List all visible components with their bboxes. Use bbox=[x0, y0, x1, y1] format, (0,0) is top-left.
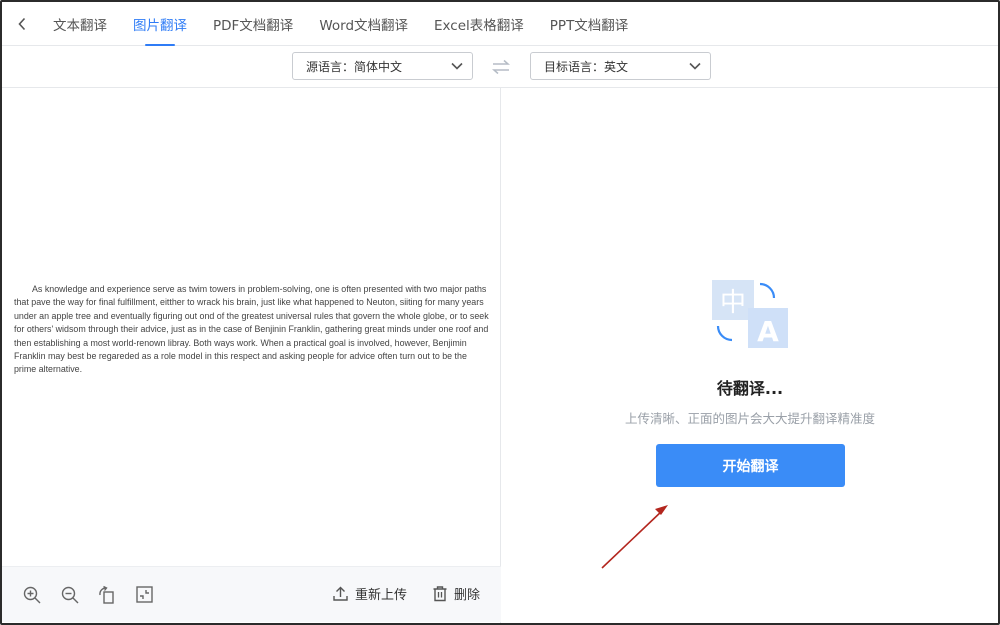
upload-hint: 上传清晰、正面的图片会大大提升翻译精准度 bbox=[624, 411, 875, 426]
zoom-out-icon[interactable] bbox=[60, 585, 80, 605]
back-arrow-icon[interactable] bbox=[2, 2, 42, 46]
target-language-label: 目标语言：英文 bbox=[544, 59, 629, 74]
delete-button[interactable]: 删除 bbox=[432, 584, 480, 603]
tab-text-translation[interactable]: 文本翻译 bbox=[53, 2, 107, 46]
tab-excel-translation[interactable]: Excel表格翻译 bbox=[434, 2, 524, 46]
translation-result-panel: 中 A 待翻译... 上传清晰、正面的图片会大大提升翻译精准度 开始翻译 bbox=[502, 88, 998, 623]
source-language-label: 源语言：简体中文 bbox=[306, 59, 403, 74]
status-title: 待翻译... bbox=[716, 379, 784, 398]
illus-en-glyph: A bbox=[757, 315, 779, 348]
rotate-icon[interactable] bbox=[97, 585, 117, 605]
tab-ppt-translation[interactable]: PPT文档翻译 bbox=[550, 2, 629, 46]
upload-icon bbox=[333, 586, 348, 601]
translate-illustration-icon: 中 A bbox=[712, 280, 788, 348]
chevron-down-icon bbox=[688, 59, 702, 76]
illus-zh-glyph: 中 bbox=[720, 288, 746, 318]
chevron-down-icon bbox=[450, 59, 464, 76]
swap-languages-icon[interactable] bbox=[490, 58, 512, 76]
reupload-button[interactable]: 重新上传 bbox=[332, 584, 407, 603]
fit-screen-icon[interactable] bbox=[135, 585, 155, 605]
language-bar: 源语言：简体中文 目标语言：英文 bbox=[2, 46, 998, 88]
tab-pdf-translation[interactable]: PDF文档翻译 bbox=[213, 2, 293, 46]
zoom-in-icon[interactable] bbox=[22, 585, 42, 605]
tab-word-translation[interactable]: Word文档翻译 bbox=[319, 2, 408, 46]
image-toolbar: 重新上传 删除 bbox=[2, 566, 501, 622]
source-image-panel: As knowledge and experience serve as twi… bbox=[2, 88, 501, 623]
source-language-select[interactable]: 源语言：简体中文 bbox=[292, 52, 473, 80]
start-translation-button[interactable]: 开始翻译 bbox=[656, 444, 845, 487]
uploaded-image-text: As knowledge and experience serve as twi… bbox=[14, 284, 489, 375]
trash-icon bbox=[433, 586, 447, 602]
app-window: 文本翻译 图片翻译 PDF文档翻译 Word文档翻译 Excel表格翻译 PPT… bbox=[0, 0, 1000, 625]
tab-image-translation[interactable]: 图片翻译 bbox=[133, 2, 187, 46]
tab-bar: 文本翻译 图片翻译 PDF文档翻译 Word文档翻译 Excel表格翻译 PPT… bbox=[2, 2, 998, 46]
target-language-select[interactable]: 目标语言：英文 bbox=[530, 52, 711, 80]
